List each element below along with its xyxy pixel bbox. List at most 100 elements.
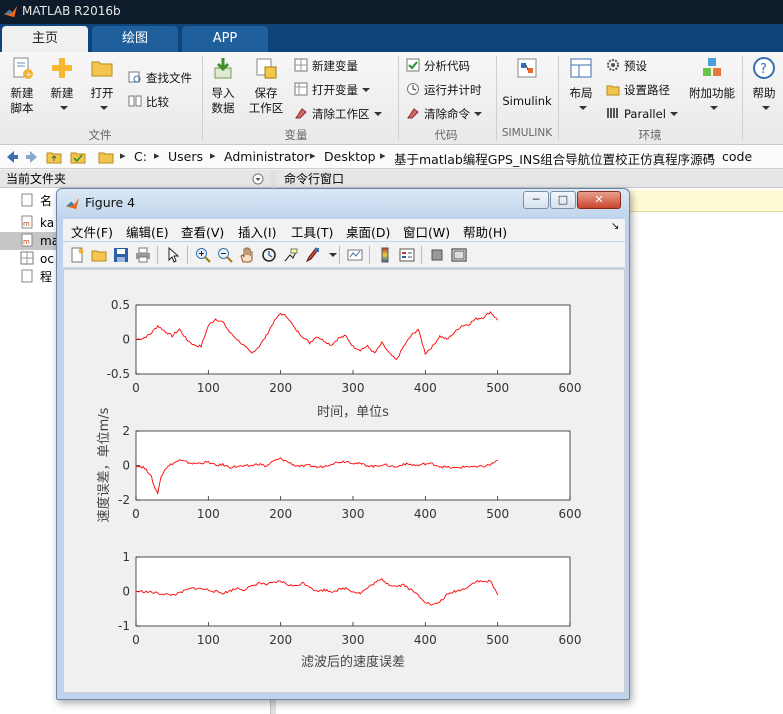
new-script-button[interactable]: + 新建 脚本 [4, 56, 40, 116]
breadcrumb-item[interactable]: Users [168, 149, 203, 164]
x-tick-label: 200 [269, 381, 292, 395]
layout-label: 布局 [569, 86, 593, 100]
addons-button[interactable]: 附加功能 [686, 56, 738, 116]
breadcrumb-chevron-icon: ▸ [120, 149, 126, 162]
list-item[interactable]: 名 [20, 192, 52, 210]
run-and-time-button[interactable]: 运行并计时 [406, 81, 482, 99]
brush-dropdown-icon[interactable] [329, 253, 337, 257]
figure-canvas[interactable]: 时间，单位s 0 100 200 300 400 500 600 0.5 0 -0.5 速度误差，… [63, 269, 625, 693]
up-folder-icon[interactable] [46, 149, 62, 165]
tab-plots[interactable]: 绘图 [92, 26, 178, 52]
save-label-1: 保存 [254, 86, 278, 100]
pan-hand-icon[interactable] [239, 247, 255, 263]
set-path-icon [606, 85, 620, 96]
clear-workspace-label: 清除工作区 [312, 107, 370, 121]
breadcrumb-item[interactable]: code [722, 149, 752, 164]
menu-window[interactable]: 窗口(W) [403, 222, 450, 241]
y-tick-label: 1 [122, 550, 130, 564]
analyze-code-button[interactable]: 分析代码 [406, 57, 470, 75]
brush-icon[interactable] [305, 247, 321, 263]
menu-insert[interactable]: 插入(I) [238, 222, 276, 241]
zoom-out-icon[interactable] [217, 247, 233, 263]
menu-tools[interactable]: 工具(T) [291, 222, 333, 241]
compare-button[interactable]: 比较 [128, 93, 169, 111]
compare-label: 比较 [146, 95, 169, 109]
breadcrumb-item[interactable]: 基于matlab编程GPS_INS组合导航位置校正仿真程序源码 [394, 149, 715, 168]
maximize-icon: □ [557, 193, 569, 206]
parallel-button[interactable]: Parallel [606, 105, 678, 123]
colorbar-icon[interactable] [377, 247, 393, 263]
open-variable-button[interactable]: 打开变量 [294, 81, 370, 99]
close-button[interactable]: ✕ [577, 191, 621, 209]
layout-button[interactable]: 布局 [564, 56, 598, 116]
forward-arrow-icon[interactable] [24, 149, 40, 165]
figure-toolbar [63, 242, 625, 268]
new-variable-label: 新建变量 [312, 59, 358, 73]
file-name: 程 [40, 270, 53, 284]
y-tick-label: 2 [122, 424, 130, 438]
save-workspace-icon [256, 58, 277, 79]
figure-titlebar[interactable]: Figure 4 ─ □ ✕ [57, 189, 629, 217]
menu-file[interactable]: 文件(F) [71, 222, 113, 241]
address-bar: ▸ C: ▸ Users ▸ Administrator ▸ Desktop ▸… [0, 145, 783, 169]
simulink-button[interactable]: Simulink [502, 56, 552, 109]
figure-window: Figure 4 ─ □ ✕ 文件(F) 编辑(E) 查看(V) 插入(I) 工… [56, 188, 630, 700]
help-button[interactable]: ? 帮助 [748, 56, 780, 116]
new-variable-button[interactable]: 新建变量 [294, 57, 358, 75]
open-file-icon[interactable] [91, 247, 107, 263]
breadcrumb-chevron-icon: ▸ [708, 149, 714, 162]
tab-apps[interactable]: APP [182, 26, 268, 52]
menu-edit[interactable]: 编辑(E) [126, 222, 169, 241]
y-tick-label: -0.5 [107, 367, 130, 381]
show-plot-tools-icon[interactable] [451, 247, 467, 263]
set-path-button[interactable]: 设置路径 [606, 81, 670, 99]
legend-icon[interactable] [399, 247, 415, 263]
back-arrow-icon[interactable] [4, 149, 20, 165]
breadcrumb-chevron-icon: ▸ [380, 149, 386, 162]
svg-text:?: ? [760, 62, 767, 77]
list-item[interactable]: oc [20, 250, 54, 268]
new-dropdown-icon [60, 106, 68, 110]
new-button[interactable]: 新建 [46, 56, 78, 116]
menu-desktop[interactable]: 桌面(D) [346, 222, 390, 241]
zoom-in-icon[interactable] [195, 247, 211, 263]
save-label-2: 工作区 [248, 101, 284, 115]
pointer-icon[interactable] [165, 247, 181, 263]
preferences-button[interactable]: 预设 [606, 57, 647, 75]
hide-plot-tools-icon[interactable] [429, 247, 445, 263]
list-item[interactable]: 程 [20, 268, 52, 286]
svg-text:m: m [23, 220, 30, 228]
find-files-button[interactable]: 查找文件 [128, 69, 192, 87]
menu-dock-arrow-icon[interactable]: ↘ [611, 221, 619, 232]
list-item[interactable]: m ka [20, 214, 54, 232]
open-button[interactable]: 打开 [86, 56, 118, 116]
parallel-dropdown-icon [669, 112, 678, 116]
data-cursor-icon[interactable] [283, 247, 299, 263]
minimize-button[interactable]: ─ [523, 191, 549, 209]
menu-view[interactable]: 查看(V) [181, 222, 224, 241]
tab-home[interactable]: 主页 [2, 26, 88, 52]
clear-commands-button[interactable]: 清除命令 [406, 105, 482, 123]
import-data-button[interactable]: 导入 数据 [206, 56, 240, 116]
clear-workspace-button[interactable]: 清除工作区 [294, 105, 382, 123]
link-plot-icon[interactable] [347, 247, 363, 263]
breadcrumb-chevron-icon: ▸ [310, 149, 316, 162]
matlab-logo-icon [65, 197, 80, 210]
save-icon[interactable] [113, 247, 129, 263]
addons-label: 附加功能 [689, 86, 735, 100]
file-group-label: 文件 [88, 128, 112, 142]
breadcrumb-item[interactable]: Administrator [224, 149, 309, 164]
breadcrumb-item[interactable]: C: [134, 149, 147, 164]
ribbon-separator [742, 56, 743, 140]
new-figure-icon[interactable] [69, 247, 85, 263]
rotate-3d-icon[interactable] [261, 247, 277, 263]
menu-help[interactable]: 帮助(H) [463, 222, 507, 241]
maximize-button[interactable]: □ [550, 191, 576, 209]
panel-menu-icon[interactable] [252, 173, 264, 185]
save-workspace-button[interactable]: 保存 工作区 [246, 56, 286, 116]
print-icon[interactable] [135, 247, 151, 263]
browse-folder-icon[interactable] [70, 149, 86, 165]
breadcrumb-chevron-icon: ▸ [210, 149, 216, 162]
breadcrumb-item[interactable]: Desktop [324, 149, 376, 164]
x-tick-label: 100 [197, 381, 220, 395]
